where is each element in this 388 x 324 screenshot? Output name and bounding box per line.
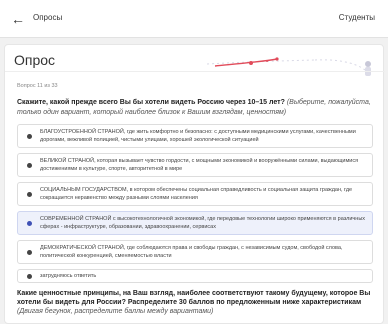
header-decoration (206, 57, 371, 76)
survey-card: Опрос Вопрос 11 из 33 Скажите, какой пре… (4, 44, 385, 324)
next-question-main: Какие ценностные принципы, на Ваш взгляд… (17, 290, 371, 306)
radio-icon[interactable] (27, 134, 32, 139)
answer-option-5[interactable]: ДЕМОКРАТИЧЕСКОЙ СТРАНОЙ, где соблюдаются… (17, 240, 373, 264)
page-title: Опрос (14, 52, 56, 68)
answer-option-3[interactable]: СОЦИАЛЬНЫМ ГОСУДАРСТВОМ, в котором обесп… (17, 182, 373, 206)
back-arrow-icon[interactable]: ← (11, 11, 27, 27)
answer-option-4-selected[interactable]: СОВРЕМЕННОЙ СТРАНОЙ с высокотехнологично… (17, 211, 373, 235)
answer-option-label: БЛАГОУСТРОЕННОЙ СТРАНОЙ, где жить комфор… (40, 129, 356, 143)
header-title: Опросы (33, 13, 63, 22)
answer-option-2[interactable]: ВЕЛИКОЙ СТРАНОЙ, которая вызывает чувств… (17, 153, 373, 177)
radio-icon[interactable] (27, 192, 32, 197)
next-question-text: Какие ценностные принципы, на Ваш взгляд… (17, 289, 377, 316)
radio-icon[interactable] (27, 274, 32, 279)
radio-selected-icon[interactable] (27, 221, 32, 226)
answer-option-6[interactable]: затрудняюсь ответить (17, 269, 373, 283)
answer-option-label: ДЕМОКРАТИЧЕСКОЙ СТРАНОЙ, где соблюдаются… (40, 245, 343, 259)
title-divider (5, 71, 385, 72)
question-main: Скажите, какой прежде всего Вы бы хотели… (17, 99, 285, 106)
radio-icon[interactable] (27, 163, 32, 168)
question-counter: Вопрос 11 из 33 (17, 83, 58, 89)
answer-option-label: ВЕЛИКОЙ СТРАНОЙ, которая вызывает чувств… (40, 158, 359, 172)
answer-option-1[interactable]: БЛАГОУСТРОЕННОЙ СТРАНОЙ, где жить комфор… (17, 124, 373, 148)
header-role-link[interactable]: Студенты (339, 13, 375, 22)
next-question-hint: (Двигая бегунок, распределите баллы межд… (17, 308, 214, 315)
answer-option-label: затрудняюсь ответить (40, 273, 97, 279)
answer-option-label: СОЦИАЛЬНЫМ ГОСУДАРСТВОМ, в котором обесп… (40, 187, 353, 201)
question-text: Скажите, какой прежде всего Вы бы хотели… (17, 98, 377, 117)
top-bar: ← Опросы Студенты (0, 0, 388, 38)
radio-icon[interactable] (27, 250, 32, 255)
answer-option-label: СОВРЕМЕННОЙ СТРАНОЙ с высокотехнологично… (40, 216, 366, 230)
